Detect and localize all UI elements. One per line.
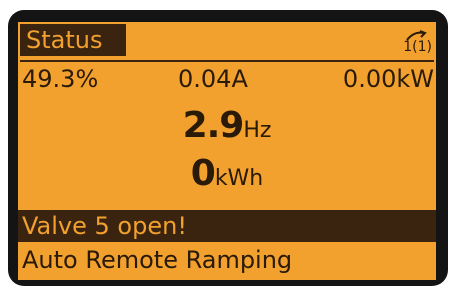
energy-unit: kWh bbox=[214, 166, 264, 191]
device-bezel: Status 1(1) 49.3% 0.04A 0.00kW 2.9Hz 0kW… bbox=[0, 0, 456, 293]
frequency-value: 2.9 bbox=[182, 105, 245, 146]
warning-message: Valve 5 open! bbox=[18, 210, 436, 242]
drive-status-line: Auto Remote Ramping bbox=[22, 246, 293, 274]
energy-display: 0kWh bbox=[18, 150, 436, 204]
lcp-display: Status 1(1) 49.3% 0.04A 0.00kW 2.9Hz 0kW… bbox=[18, 22, 436, 280]
power-readout: 0.00kW bbox=[342, 65, 434, 93]
menu-index-label: 1(1) bbox=[403, 39, 432, 55]
header-divider bbox=[20, 60, 434, 62]
menu-index-indicator: 1(1) bbox=[392, 30, 432, 58]
motor-current-readout: 0.04A bbox=[178, 65, 248, 93]
status-title: Status bbox=[20, 24, 126, 56]
frequency-unit: Hz bbox=[243, 118, 272, 143]
frequency-display: 2.9Hz bbox=[18, 102, 436, 156]
energy-value: 0 bbox=[190, 153, 216, 194]
speed-percent-readout: 49.3% bbox=[22, 65, 99, 93]
